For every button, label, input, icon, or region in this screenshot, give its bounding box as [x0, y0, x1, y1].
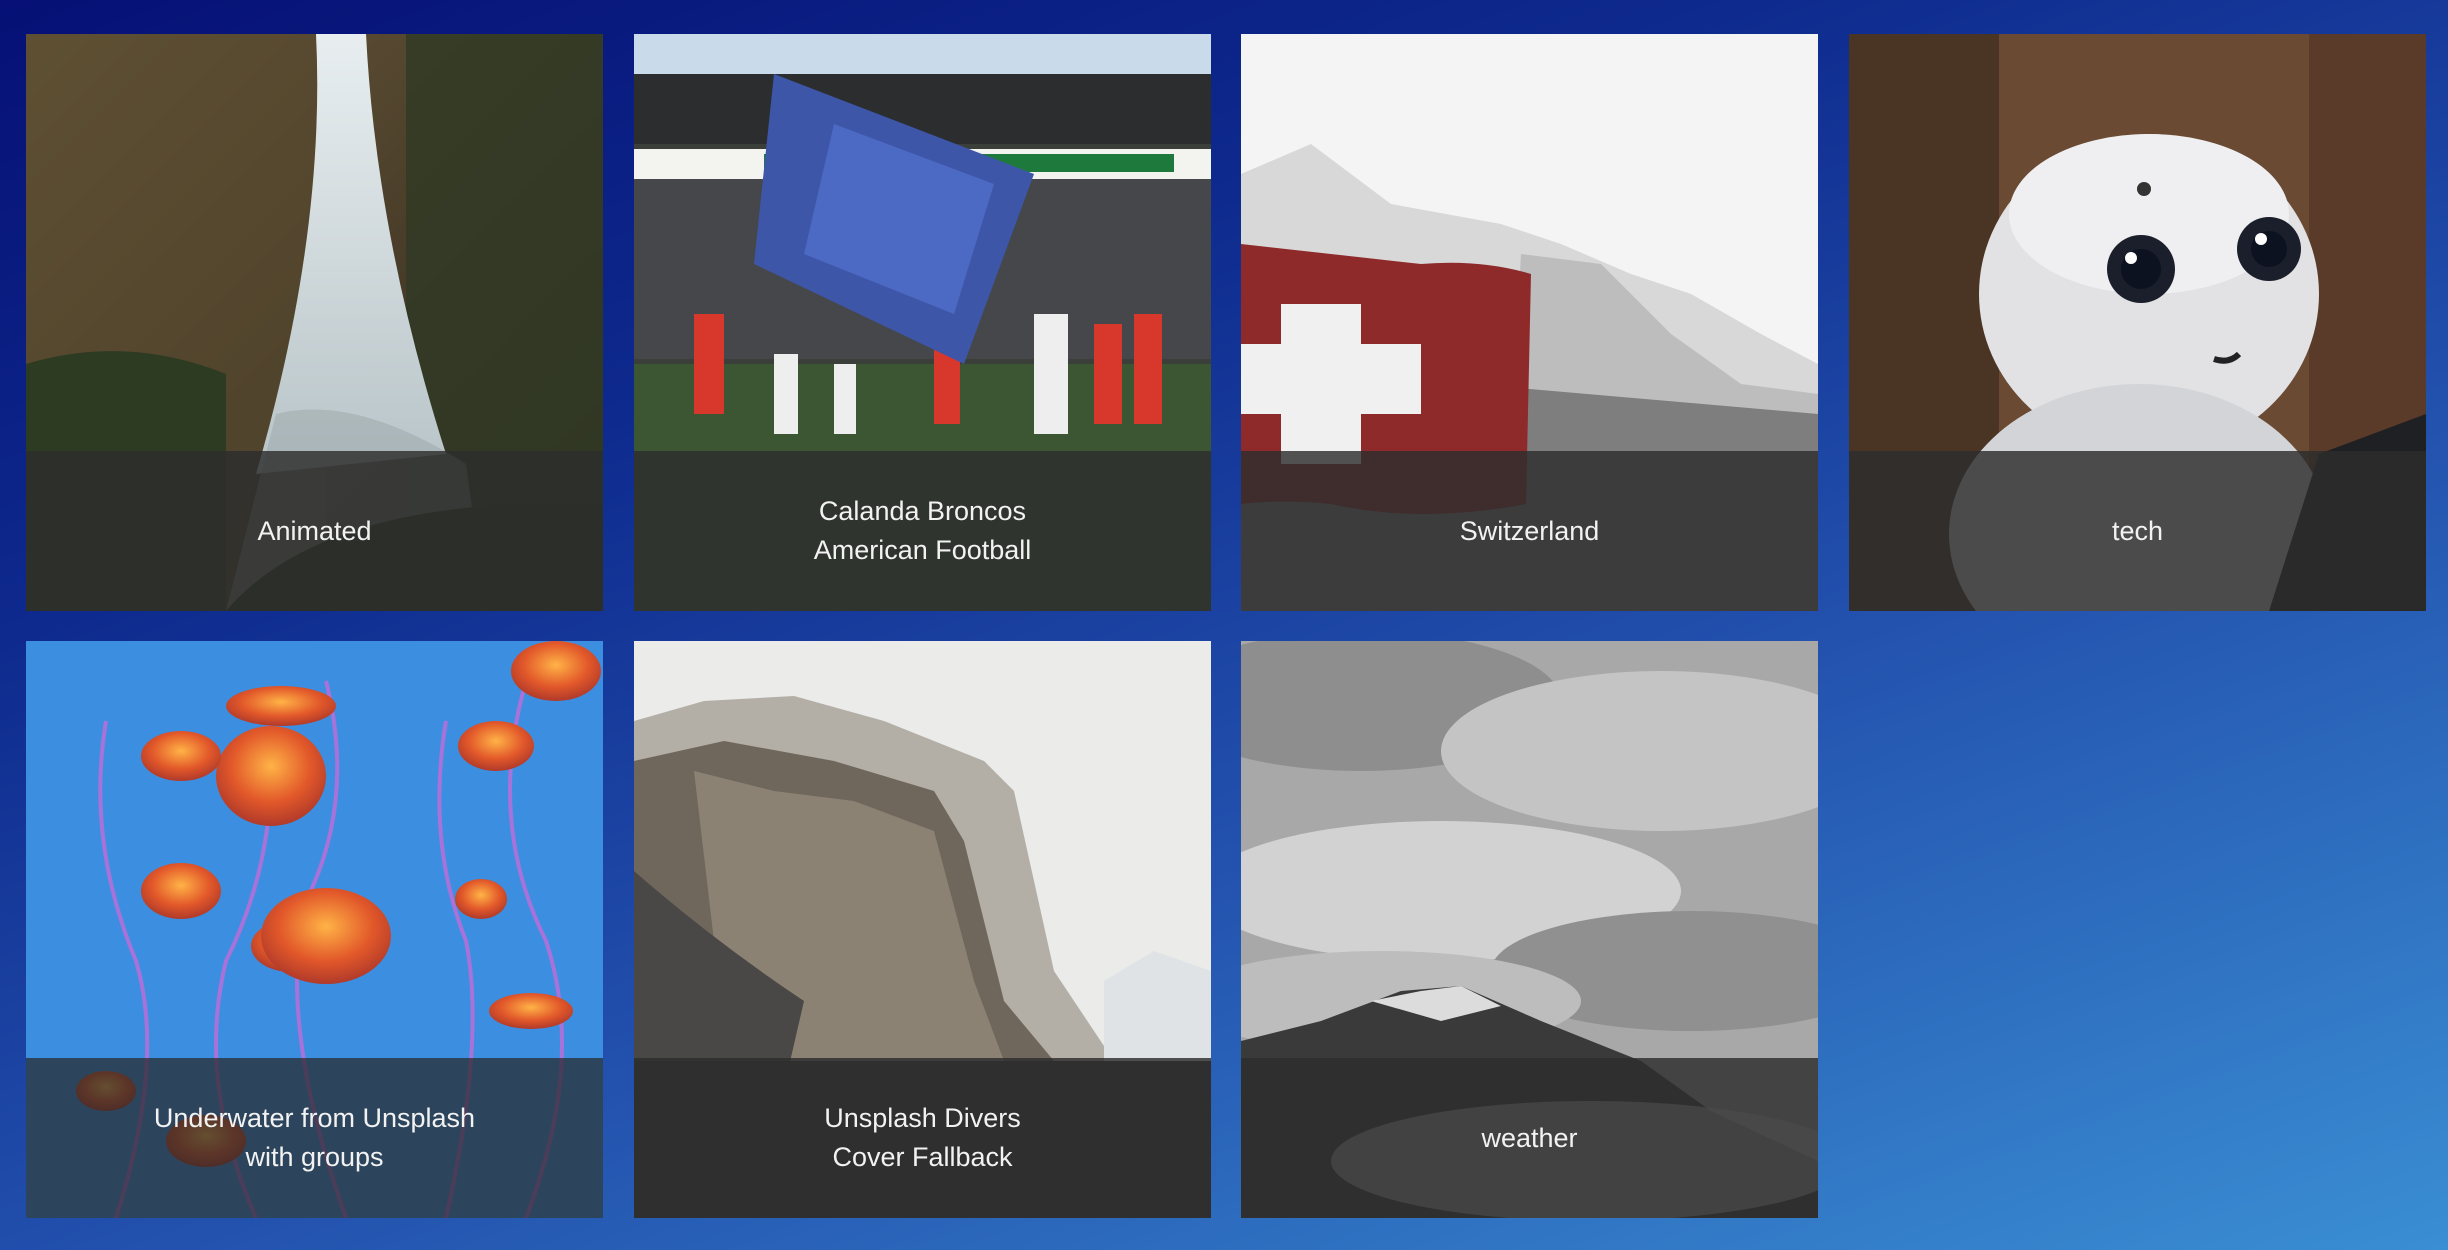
- album-tile-animated[interactable]: Animated: [26, 34, 603, 611]
- album-tile-underwater[interactable]: Underwater from Unsplash with groups: [26, 641, 603, 1218]
- album-tile-tech[interactable]: tech: [1849, 34, 2426, 611]
- album-title: Calanda Broncos American Football: [634, 451, 1211, 611]
- album-title: Unsplash Divers Cover Fallback: [634, 1058, 1211, 1218]
- album-grid: Animated Calanda Broncos American Footba…: [0, 0, 2448, 1250]
- album-tile-unsplash-divers[interactable]: Unsplash Divers Cover Fallback: [634, 641, 1211, 1218]
- album-title: tech: [1849, 451, 2426, 611]
- album-title: Switzerland: [1241, 451, 1818, 611]
- album-tile-switzerland[interactable]: Switzerland: [1241, 34, 1818, 611]
- album-title: Animated: [26, 451, 603, 611]
- album-title: weather: [1241, 1058, 1818, 1218]
- album-tile-calanda-broncos[interactable]: Calanda Broncos American Football: [634, 34, 1211, 611]
- album-tile-weather[interactable]: weather: [1241, 641, 1818, 1218]
- album-title: Underwater from Unsplash with groups: [26, 1058, 603, 1218]
